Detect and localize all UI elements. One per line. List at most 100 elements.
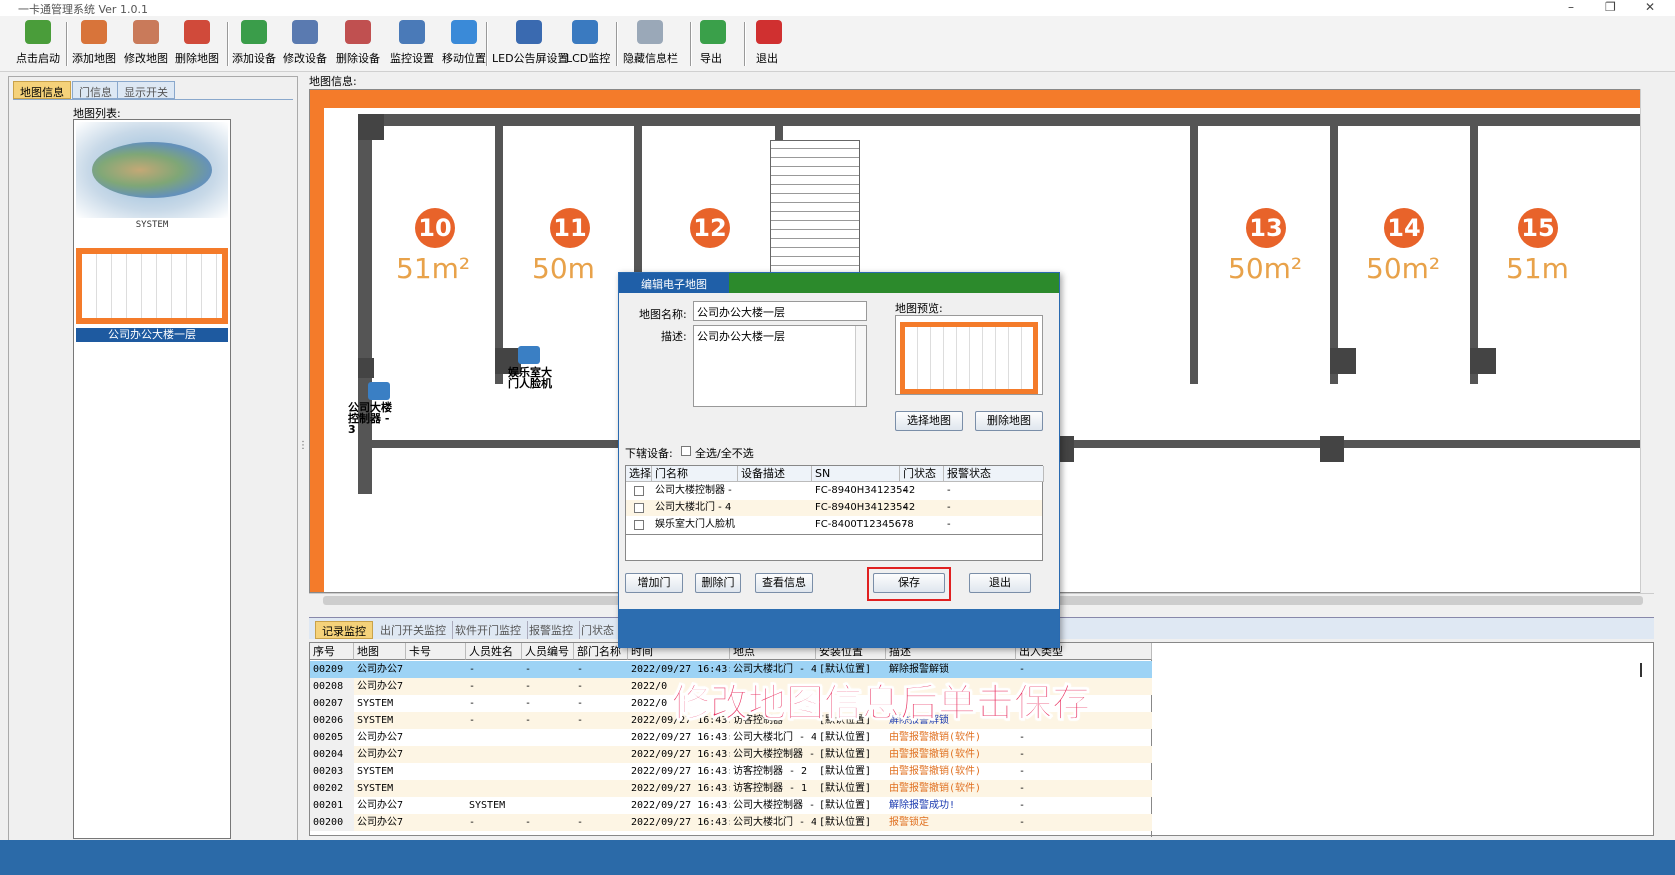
close-button[interactable]: ✕ (1645, 0, 1655, 14)
delete-map-button[interactable]: 删除地图 (175, 20, 219, 70)
device-column-header[interactable]: 门名称 (652, 466, 738, 482)
description-label: 描述: (661, 330, 687, 343)
device-column-header[interactable]: SN (812, 466, 900, 482)
map-list-item[interactable]: SYSTEM (76, 220, 228, 230)
start-button[interactable]: 点击启动 (16, 20, 60, 70)
device-column-header[interactable]: 选择 (626, 466, 652, 482)
tab-software-open-monitor[interactable]: 软件开门监控 (449, 621, 528, 639)
device-sn-cell: FC-8400T12345678 (815, 519, 914, 530)
map-name-input[interactable]: 公司办公大楼一层 (693, 301, 867, 321)
map-list-item-selected[interactable]: 公司办公大楼一层 (76, 328, 228, 342)
log-column-header[interactable]: 地图 (354, 643, 406, 660)
device-row-checkbox[interactable] (634, 520, 644, 530)
delete-map-button[interactable]: 删除地图 (975, 411, 1043, 431)
led-settings-button[interactable]: LED公告屏设置 (492, 20, 569, 70)
select-map-button[interactable]: 选择地图 (895, 411, 963, 431)
tab-record-monitor[interactable]: 记录监控 (315, 621, 373, 639)
export-button[interactable]: 导出 (700, 20, 726, 70)
toolbar: 点击启动 添加地图 修改地图 删除地图 添加设备 修改设备 删除设备 监控设置 移动位置 LED公… (0, 16, 1675, 72)
device-row[interactable]: 公司大楼控制器 - FC-8940H34123542- - (626, 483, 1042, 499)
move-position-button[interactable]: 移动位置 (442, 20, 486, 70)
log-row[interactable]: 00204公司办公7 2022/09/27 16:43:52公司大楼控制器 -[默… (310, 746, 1152, 763)
device-row-checkbox[interactable] (634, 503, 644, 513)
log-loc-cell: [默认位置] (819, 783, 872, 794)
edit-device-icon (292, 20, 318, 44)
log-desc-cell: 解除报警成功! (889, 800, 956, 811)
tab-exit-switch-monitor[interactable]: 出门开关监控 (374, 621, 453, 639)
tab-door-status[interactable]: 门状态 (575, 621, 621, 639)
world-map-thumbnail[interactable] (76, 122, 228, 218)
led-settings-icon (516, 20, 542, 44)
log-column-header[interactable]: 人员姓名 (466, 643, 522, 660)
log-column-header[interactable]: 序号 (310, 643, 354, 660)
map-vertical-scrollbar[interactable] (1640, 89, 1654, 593)
log-card-cell (406, 695, 466, 712)
add-map-button[interactable]: 添加地图 (72, 20, 116, 70)
log-row[interactable]: 00202SYSTEM 2022/09/27 16:43:52访客控制器 - 1 [… (310, 780, 1152, 797)
log-name-cell: - (469, 817, 476, 828)
add-device-button[interactable]: 添加设备 (232, 20, 276, 70)
edit-device-button[interactable]: 修改设备 (283, 20, 327, 70)
select-all-label: 全选/全不选 (695, 447, 754, 460)
device-column-header[interactable]: 门状态 (900, 466, 944, 482)
hide-info-button[interactable]: 隐藏信息栏 (623, 20, 678, 70)
log-card-cell (406, 797, 466, 814)
log-scroll-indicator[interactable] (1640, 663, 1642, 677)
log-dept-cell (574, 797, 628, 814)
log-row[interactable]: 00203SYSTEM 2022/09/27 16:43:52访客控制器 - 2 [… (310, 763, 1152, 780)
log-type-cell: - (1019, 817, 1026, 828)
device-row-checkbox[interactable] (634, 486, 644, 496)
view-info-button[interactable]: 查看信息 (755, 573, 813, 593)
log-row[interactable]: 00200公司办公7 - - - 2022/09/27 16:43:26公司大楼北门 -… (310, 814, 1152, 831)
log-pno-cell (522, 763, 574, 780)
log-column-header[interactable]: 人员编号 (522, 643, 574, 660)
select-all-checkbox[interactable] (681, 446, 691, 456)
log-card-cell (406, 780, 466, 797)
log-map-cell: 公司办公7 (357, 749, 404, 760)
maximize-button[interactable]: ❐ (1605, 0, 1616, 14)
room-area: 50m (532, 252, 595, 285)
exit-dialog-button[interactable]: 退出 (969, 573, 1031, 593)
log-time-cell: 2022/09/27 16:43:52 (631, 732, 730, 743)
monitor-settings-button[interactable]: 监控设置 (390, 20, 434, 70)
log-map-cell: SYSTEM (357, 766, 394, 777)
log-row[interactable]: 00205公司办公7 2022/09/27 16:43:52公司大楼北门 - 4[… (310, 729, 1152, 746)
log-name-cell (466, 780, 522, 797)
log-map-cell: SYSTEM (357, 698, 394, 709)
description-textarea[interactable]: 公司办公大楼一层 (693, 325, 867, 407)
controller-device-icon[interactable] (368, 382, 390, 400)
splitter-handle[interactable]: ⋮ (298, 440, 308, 460)
log-place-cell: 访客控制器 - 2 (733, 766, 808, 777)
log-card-cell (406, 712, 466, 729)
log-dept-cell (574, 729, 628, 746)
tab-alarm-monitor[interactable]: 报警监控 (523, 621, 580, 639)
log-name-cell (466, 746, 522, 763)
device-column-header[interactable]: 设备描述 (738, 466, 812, 482)
minimize-button[interactable]: – (1568, 0, 1574, 14)
map-border-top (310, 90, 1647, 108)
lcd-monitor-button[interactable]: LCD监控 (566, 20, 610, 70)
edit-map-button[interactable]: 修改地图 (124, 20, 168, 70)
room-area: 50m² (1366, 252, 1441, 285)
exit-button[interactable]: 退出 (756, 20, 782, 70)
delete-device-button[interactable]: 删除设备 (336, 20, 380, 70)
add-door-button[interactable]: 增加门 (625, 573, 683, 593)
device-door-cell: - (903, 519, 907, 530)
tab-door-info[interactable]: 门信息 (72, 81, 119, 99)
log-pno-cell: - (525, 664, 532, 675)
toolbar-label: 添加地图 (72, 52, 116, 65)
description-scrollbar[interactable] (855, 326, 866, 406)
device-label: 公司大楼 控制器 - 3 (348, 401, 392, 436)
face-device-icon[interactable] (518, 346, 540, 364)
device-row[interactable]: 娱乐室大门人脸机 FC-8400T12345678- - (626, 517, 1042, 533)
log-pno-cell (522, 746, 574, 763)
floor-plan-thumbnail[interactable] (76, 248, 228, 324)
delete-door-button[interactable]: 删除门 (695, 573, 741, 593)
tab-map-info[interactable]: 地图信息 (13, 81, 71, 99)
device-column-header[interactable]: 报警状态 (944, 466, 1044, 482)
log-dept-cell: - (577, 698, 584, 709)
tab-display-switch[interactable]: 显示开关 (117, 81, 175, 99)
log-row[interactable]: 00201公司办公7 SYSTEM 2022/09/27 16:43:52公司大楼控… (310, 797, 1152, 814)
device-row[interactable]: 公司大楼北门 - 4 FC-8940H34123542- - (626, 500, 1042, 516)
log-column-header[interactable]: 卡号 (406, 643, 466, 660)
